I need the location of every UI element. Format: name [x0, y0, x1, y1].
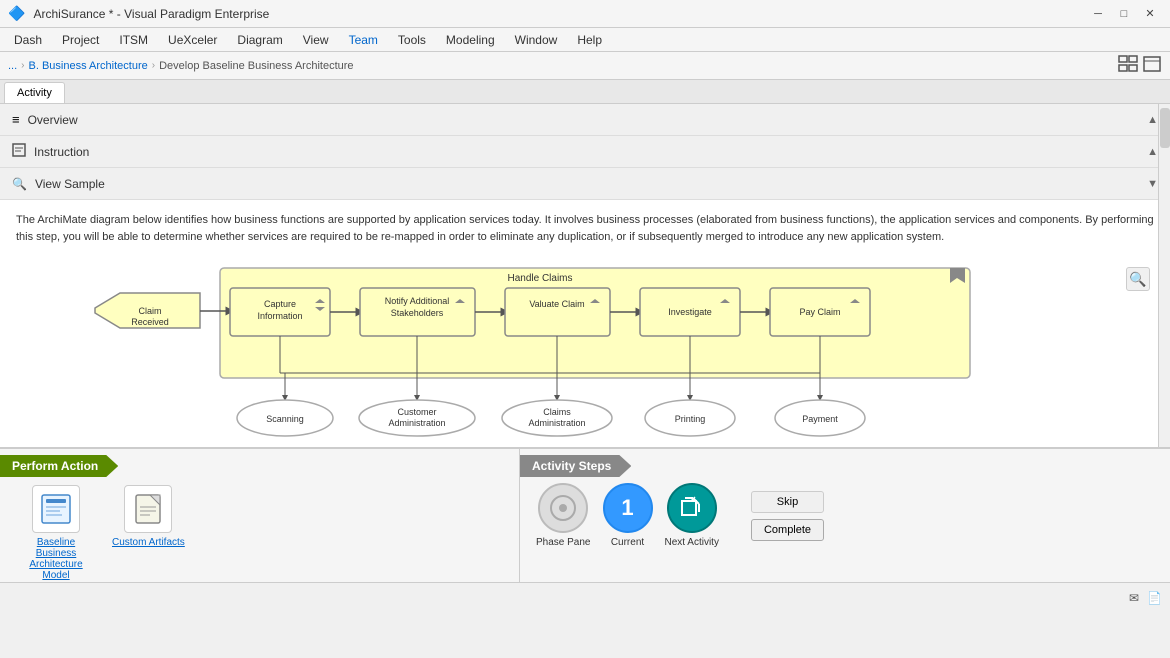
menu-view[interactable]: View — [293, 31, 339, 49]
menu-help[interactable]: Help — [567, 31, 612, 49]
archimate-diagram: Handle Claims Claim Received Capture Inf… — [30, 263, 1080, 447]
current-label: Current — [611, 537, 644, 548]
custom-artifacts-label[interactable]: Custom Artifacts — [112, 537, 185, 548]
perform-action-header: Perform Action — [0, 455, 118, 477]
step-next-activity[interactable]: Next Activity — [665, 483, 719, 548]
step-buttons: Skip Complete — [751, 491, 824, 541]
diagram-area: 🔍 Handle Claims Claim Received Capture I… — [0, 257, 1170, 447]
menu-project[interactable]: Project — [52, 31, 109, 49]
email-icon[interactable]: ✉ — [1129, 591, 1139, 605]
svg-text:Customer: Customer — [397, 407, 436, 417]
baseline-model-icon — [32, 485, 80, 533]
maximize-button[interactable]: □ — [1112, 4, 1136, 24]
view-sample-title: View Sample — [35, 177, 1139, 191]
overview-icon: ≡ — [12, 112, 20, 127]
menu-tools[interactable]: Tools — [388, 31, 436, 49]
view-sample-icon: 🔍 — [12, 177, 27, 191]
svg-text:Information: Information — [257, 311, 302, 321]
svg-text:Administration: Administration — [528, 418, 585, 428]
sample-text: The ArchiMate diagram below identifies h… — [16, 212, 1154, 245]
instruction-chevron: ▲ — [1147, 146, 1158, 158]
svg-text:Stakeholders: Stakeholders — [391, 308, 444, 318]
menu-team[interactable]: Team — [339, 31, 388, 49]
svg-text:Payment: Payment — [802, 414, 838, 424]
svg-text:Printing: Printing — [675, 414, 706, 424]
menu-dash[interactable]: Dash — [4, 31, 52, 49]
section-instruction[interactable]: Instruction ▲ — [0, 136, 1170, 168]
breadcrumb-actions — [1118, 55, 1162, 76]
svg-text:Claims: Claims — [543, 407, 571, 417]
svg-text:Investigate: Investigate — [668, 307, 712, 317]
complete-button[interactable]: Complete — [751, 519, 824, 541]
breadcrumb-icon-2[interactable] — [1142, 55, 1162, 76]
menu-window[interactable]: Window — [505, 31, 568, 49]
app-icon: 🔷 — [8, 5, 25, 22]
overview-chevron: ▲ — [1147, 114, 1158, 126]
breadcrumb-sep-1: › — [21, 60, 24, 71]
menu-bar: Dash Project ITSM UeXceler Diagram View … — [0, 28, 1170, 52]
zoom-button[interactable]: 🔍 — [1126, 267, 1150, 291]
tab-activity[interactable]: Activity — [4, 82, 65, 103]
next-activity-label: Next Activity — [665, 537, 719, 548]
breadcrumb-current: Develop Baseline Business Architecture — [159, 60, 353, 72]
svg-text:Received: Received — [131, 317, 169, 327]
perform-action-section: Perform Action Baseline Business Archite… — [0, 449, 520, 582]
main-content: ≡ Overview ▲ Instruction ▲ 🔍 View Sample… — [0, 104, 1170, 447]
steps-container: Phase Pane 1 Current Next A — [520, 477, 1170, 554]
activity-steps-section: Activity Steps Phase Pane 1 Current — [520, 449, 1170, 582]
breadcrumb-ellipsis[interactable]: ... — [8, 60, 17, 72]
phase-pane-label: Phase Pane — [536, 537, 591, 548]
bottom-panel: Perform Action Baseline Business Archite… — [0, 447, 1170, 582]
section-overview[interactable]: ≡ Overview ▲ — [0, 104, 1170, 136]
sample-content: The ArchiMate diagram below identifies h… — [0, 200, 1170, 257]
current-circle: 1 — [603, 483, 653, 533]
svg-text:Scanning: Scanning — [266, 414, 304, 424]
breadcrumb: ... › B. Business Architecture › Develop… — [0, 52, 1170, 80]
svg-text:Pay Claim: Pay Claim — [799, 307, 840, 317]
step-current[interactable]: 1 Current — [603, 483, 653, 548]
menu-uexceler[interactable]: UeXceler — [158, 31, 227, 49]
svg-text:Administration: Administration — [388, 418, 445, 428]
instruction-icon — [12, 143, 26, 160]
app-title: ArchiSurance * - Visual Paradigm Enterpr… — [33, 7, 1078, 21]
menu-diagram[interactable]: Diagram — [227, 31, 292, 49]
minimize-button[interactable]: ─ — [1086, 4, 1110, 24]
breadcrumb-icon-1[interactable] — [1118, 55, 1138, 76]
next-activity-circle — [667, 483, 717, 533]
view-sample-chevron: ▼ — [1147, 178, 1158, 190]
section-view-sample[interactable]: 🔍 View Sample ▼ — [0, 168, 1170, 200]
file-icon[interactable]: 📄 — [1147, 591, 1162, 605]
menu-modeling[interactable]: Modeling — [436, 31, 505, 49]
instruction-title: Instruction — [34, 145, 1139, 159]
phase-pane-circle — [538, 483, 588, 533]
title-bar: 🔷 ArchiSurance * - Visual Paradigm Enter… — [0, 0, 1170, 28]
baseline-model-label[interactable]: Baseline Business Architecture Model — [16, 537, 96, 581]
overview-title: Overview — [28, 113, 1140, 127]
breadcrumb-business-arch[interactable]: B. Business Architecture — [29, 60, 148, 72]
right-scrollbar[interactable] — [1158, 104, 1170, 447]
action-items: Baseline Business Architecture Model Cus… — [0, 477, 519, 589]
breadcrumb-sep-2: › — [152, 60, 155, 71]
svg-text:Capture: Capture — [264, 299, 296, 309]
action-custom-artifacts[interactable]: Custom Artifacts — [112, 485, 185, 548]
activity-steps-header: Activity Steps — [520, 455, 631, 477]
svg-text:Valuate Claim: Valuate Claim — [529, 299, 584, 309]
custom-artifacts-icon — [124, 485, 172, 533]
menu-itsm[interactable]: ITSM — [109, 31, 158, 49]
svg-text:Notify Additional: Notify Additional — [385, 296, 450, 306]
group-label: Handle Claims — [507, 273, 572, 284]
step-phase-pane[interactable]: Phase Pane — [536, 483, 591, 548]
action-baseline-model[interactable]: Baseline Business Architecture Model — [16, 485, 96, 581]
window-controls: ─ □ ✕ — [1086, 4, 1162, 24]
scrollbar-thumb — [1160, 108, 1170, 148]
skip-button[interactable]: Skip — [751, 491, 824, 513]
close-button[interactable]: ✕ — [1138, 4, 1162, 24]
tab-bar: Activity — [0, 80, 1170, 104]
svg-text:Claim: Claim — [138, 306, 161, 316]
